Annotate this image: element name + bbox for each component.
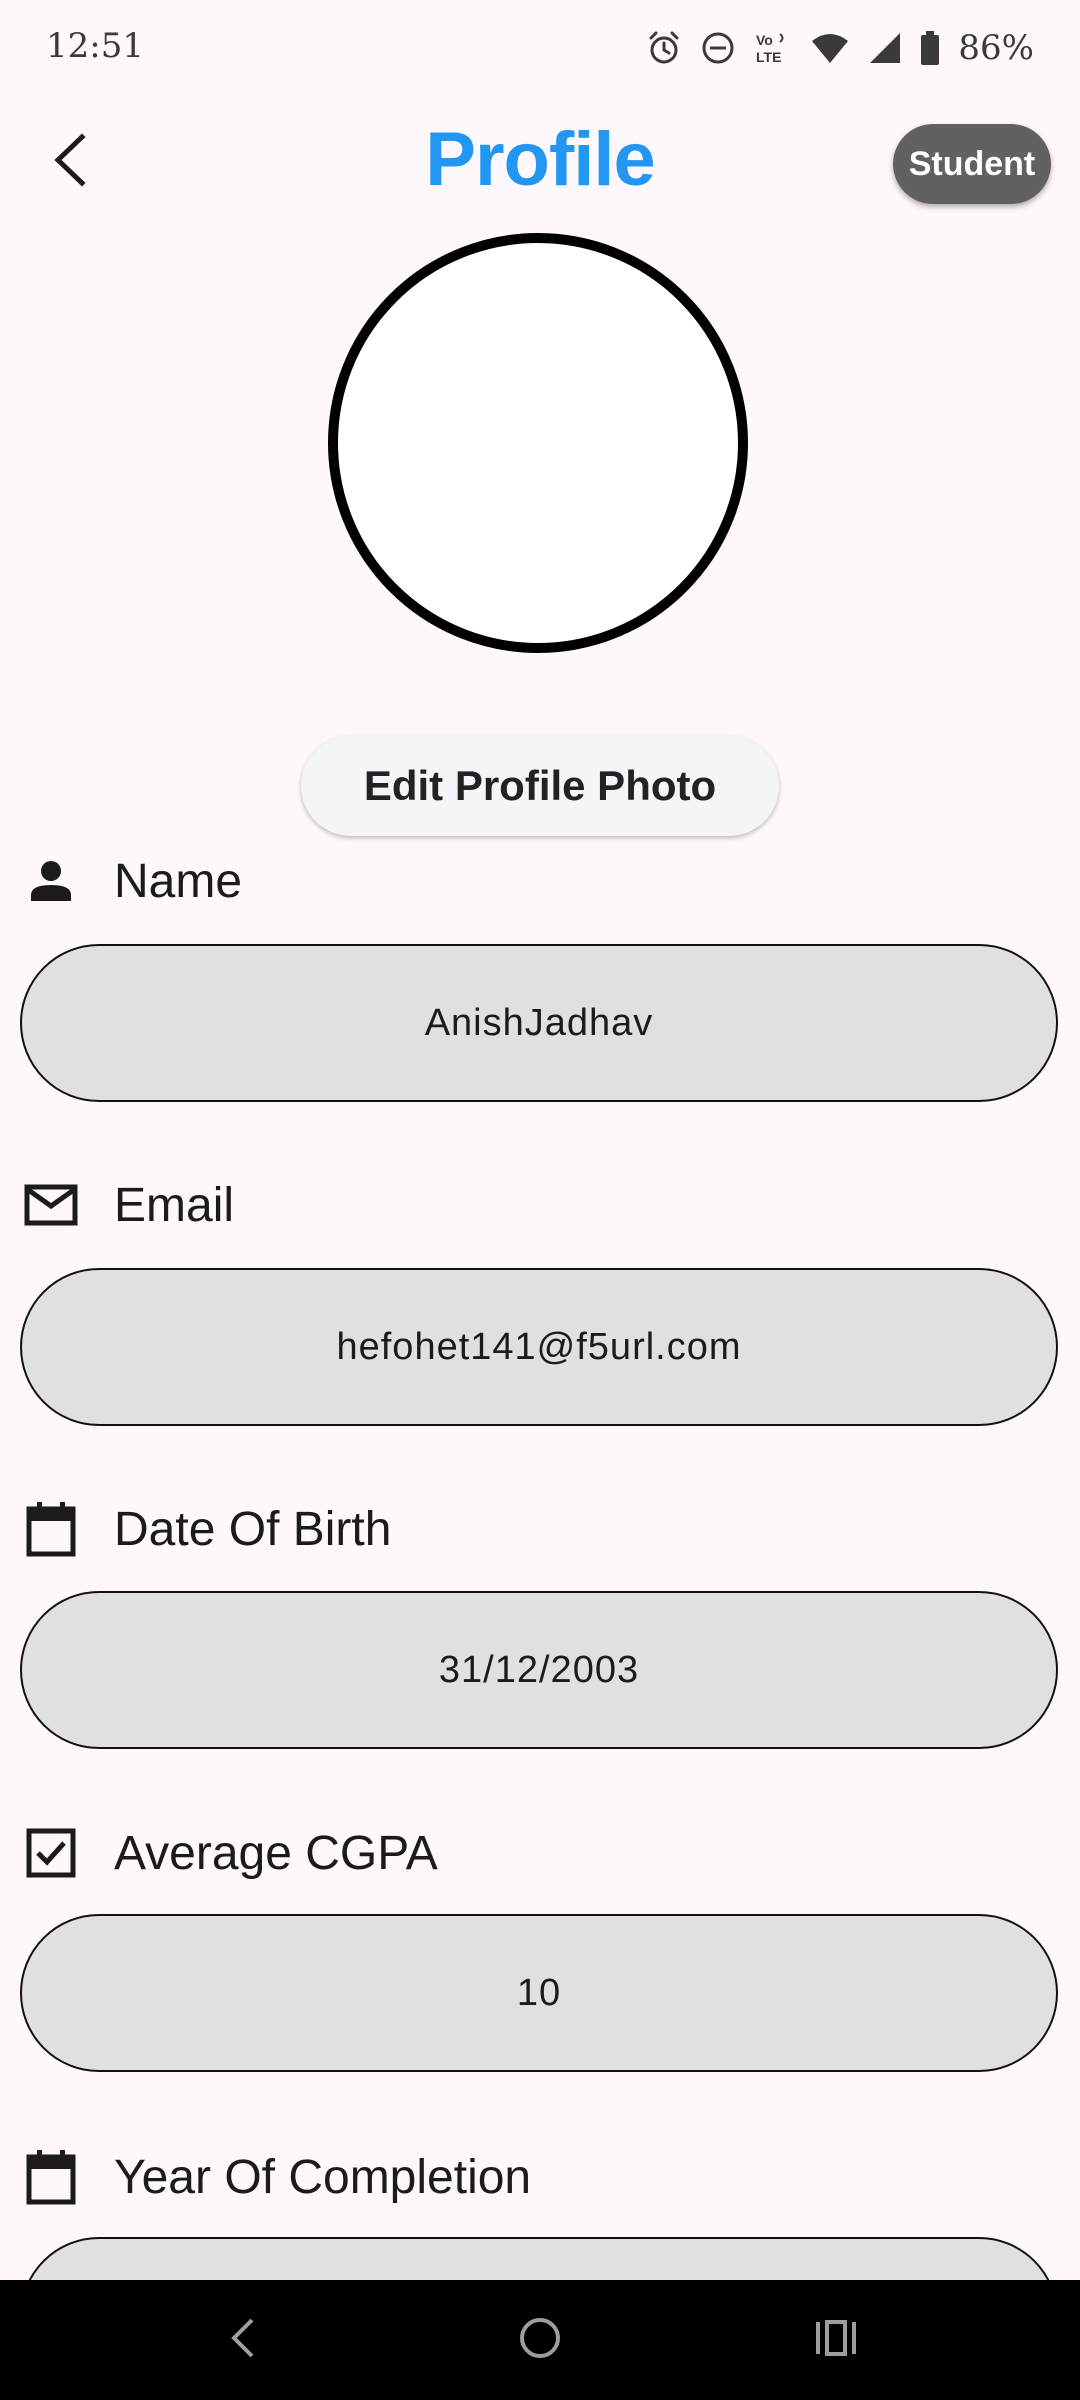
person-icon (22, 852, 80, 910)
nav-back-button[interactable] (183, 2280, 303, 2400)
nav-home-icon (518, 2316, 562, 2365)
year-label-row: Year Of Completion (22, 2142, 531, 2212)
email-field[interactable]: hefohet141@f5url.com (20, 1268, 1058, 1426)
nav-back-icon (228, 2316, 258, 2365)
svg-text:LTE: LTE (756, 49, 781, 65)
email-label-row: Email (22, 1170, 234, 1240)
edit-profile-photo-button[interactable]: Edit Profile Photo (301, 736, 779, 836)
status-icons: Vo LTE 86% (646, 22, 1034, 74)
dob-label-row: Date Of Birth (22, 1494, 391, 1564)
mail-icon (22, 1176, 80, 1234)
calendar-icon (22, 1500, 80, 1558)
system-nav-bar (0, 2280, 1080, 2400)
name-field[interactable]: AnishJadhav (20, 944, 1058, 1102)
battery-icon (920, 31, 940, 65)
wifi-icon (810, 31, 850, 65)
nav-recents-button[interactable] (776, 2280, 896, 2400)
cgpa-field[interactable]: 10 (20, 1914, 1058, 2072)
checkbox-icon (22, 1824, 80, 1882)
status-bar: 12:51 Vo LTE 86% (0, 0, 1080, 96)
profile-screen: 12:51 Vo LTE 86% Profile Student Edit Pr… (0, 0, 1080, 2400)
nav-recents-icon (814, 2318, 858, 2363)
signal-icon (868, 31, 902, 65)
name-label-row: Name (22, 846, 242, 916)
name-label: Name (114, 854, 243, 908)
dob-field[interactable]: 31/12/2003 (20, 1591, 1058, 1749)
battery-percent: 86% (958, 28, 1034, 68)
cgpa-label: Average CGPA (114, 1826, 438, 1880)
alarm-icon (646, 30, 682, 66)
cgpa-label-row: Average CGPA (22, 1818, 438, 1888)
status-time: 12:51 (46, 26, 144, 66)
volte-icon: Vo LTE (754, 30, 792, 66)
calendar-icon (22, 2148, 80, 2206)
svg-text:Vo: Vo (756, 32, 773, 48)
avatar[interactable] (328, 233, 748, 653)
role-badge[interactable]: Student (893, 124, 1051, 204)
dob-label: Date Of Birth (114, 1502, 392, 1556)
do-not-disturb-icon (700, 30, 736, 66)
email-label: Email (114, 1178, 235, 1232)
year-label: Year Of Completion (114, 2150, 532, 2204)
nav-home-button[interactable] (480, 2280, 600, 2400)
